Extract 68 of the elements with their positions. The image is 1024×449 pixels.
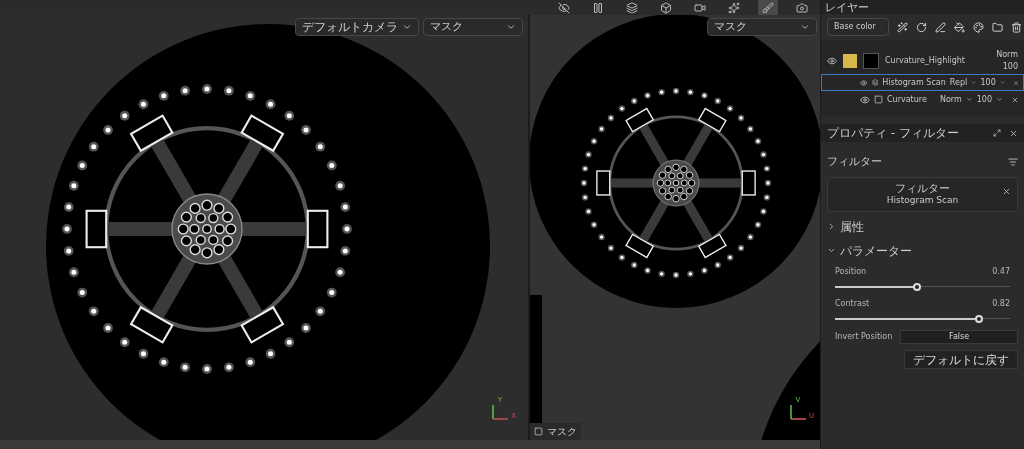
blend-mode-dropdown[interactable]: Norm bbox=[939, 93, 962, 106]
filter-card[interactable]: フィルター Histogram Scan bbox=[827, 176, 1018, 212]
close-icon[interactable] bbox=[1002, 186, 1011, 196]
parameter-label: Invert Position bbox=[835, 330, 893, 343]
channel-label: マスク bbox=[547, 425, 577, 439]
panel-title: プロパティ - フィルター bbox=[827, 125, 959, 142]
section-title: フィルター bbox=[827, 154, 882, 170]
palette-icon[interactable] bbox=[973, 21, 984, 33]
slider[interactable] bbox=[835, 313, 1010, 324]
slider[interactable] bbox=[835, 281, 1010, 292]
group-header[interactable]: 属性 bbox=[827, 217, 1018, 236]
pen-icon[interactable] bbox=[935, 21, 946, 33]
chevron-right-icon bbox=[827, 222, 836, 231]
toggle-field[interactable]: False bbox=[900, 329, 1018, 344]
maximize-icon[interactable] bbox=[993, 128, 1001, 137]
camera-dropdown[interactable]: デフォルトカメラ bbox=[295, 18, 419, 36]
layer-row[interactable]: Histogram Scan Repl 100 bbox=[821, 74, 1024, 91]
layer-row[interactable]: Curvature Norm 100 bbox=[821, 91, 1024, 108]
close-icon[interactable] bbox=[1009, 128, 1018, 138]
filter-label: フィルター bbox=[895, 181, 950, 196]
slider-thumb[interactable] bbox=[913, 282, 922, 291]
channel-dropdown[interactable]: マスク bbox=[423, 18, 523, 36]
parameter-label: Contrast bbox=[835, 297, 870, 310]
layer-name: Curvature bbox=[887, 93, 928, 106]
close-icon[interactable] bbox=[1011, 95, 1019, 104]
rotate-icon[interactable] bbox=[916, 21, 927, 33]
parameter-value: 0.47 bbox=[992, 265, 1010, 278]
axis-gizmo-icon bbox=[491, 404, 510, 420]
pause-icon bbox=[592, 1, 604, 14]
eye-off-icon bbox=[558, 1, 570, 14]
wand-icon[interactable] bbox=[897, 21, 908, 33]
trash-icon[interactable] bbox=[1011, 21, 1022, 33]
channel-dropdown[interactable]: マスク bbox=[707, 18, 817, 36]
toolbar-button[interactable] bbox=[758, 0, 778, 15]
eye-icon[interactable] bbox=[860, 77, 868, 88]
reset-button[interactable]: デフォルトに戻す bbox=[904, 349, 1018, 369]
square-icon bbox=[874, 95, 883, 104]
blend-mode-dropdown[interactable]: Repl bbox=[949, 76, 968, 89]
layer-name: Histogram Scan bbox=[882, 76, 946, 89]
layer-row[interactable]: Curvature_Highlight Norm 100 bbox=[821, 48, 1024, 74]
square-icon bbox=[534, 427, 543, 436]
close-icon[interactable] bbox=[1013, 78, 1020, 87]
filter-name: Histogram Scan bbox=[886, 195, 959, 207]
mask-thumbnail bbox=[863, 53, 879, 69]
slider-thumb[interactable] bbox=[974, 314, 983, 323]
eye-icon[interactable] bbox=[860, 94, 870, 105]
sparkles-icon bbox=[728, 1, 740, 14]
cube-icon bbox=[660, 1, 672, 14]
blend-mode-dropdown[interactable]: Norm bbox=[996, 49, 1018, 61]
parameter-label: Position bbox=[835, 265, 867, 278]
axis-gizmo-icon bbox=[788, 404, 807, 420]
group-header[interactable]: パラメーター bbox=[827, 241, 1018, 260]
opacity-dropdown[interactable]: 100 bbox=[1002, 61, 1018, 73]
color-thumbnail bbox=[843, 54, 857, 68]
layers-icon bbox=[626, 1, 638, 14]
folder-icon[interactable] bbox=[992, 21, 1003, 33]
menu-icon[interactable] bbox=[1008, 157, 1018, 168]
parameter-value: 0.82 bbox=[992, 297, 1010, 310]
brush-icon bbox=[762, 1, 774, 14]
paint-bucket-icon[interactable] bbox=[954, 21, 965, 33]
video-icon bbox=[694, 1, 706, 14]
opacity-dropdown[interactable]: 100 bbox=[980, 76, 996, 89]
eye-icon[interactable] bbox=[827, 56, 837, 66]
channel-dropdown[interactable]: Base color bbox=[827, 18, 889, 36]
opacity-dropdown[interactable]: 100 bbox=[976, 93, 992, 106]
layer-name: Curvature_Highlight bbox=[885, 55, 966, 67]
panel-title: レイヤー bbox=[825, 1, 869, 13]
camera-icon bbox=[796, 1, 808, 14]
